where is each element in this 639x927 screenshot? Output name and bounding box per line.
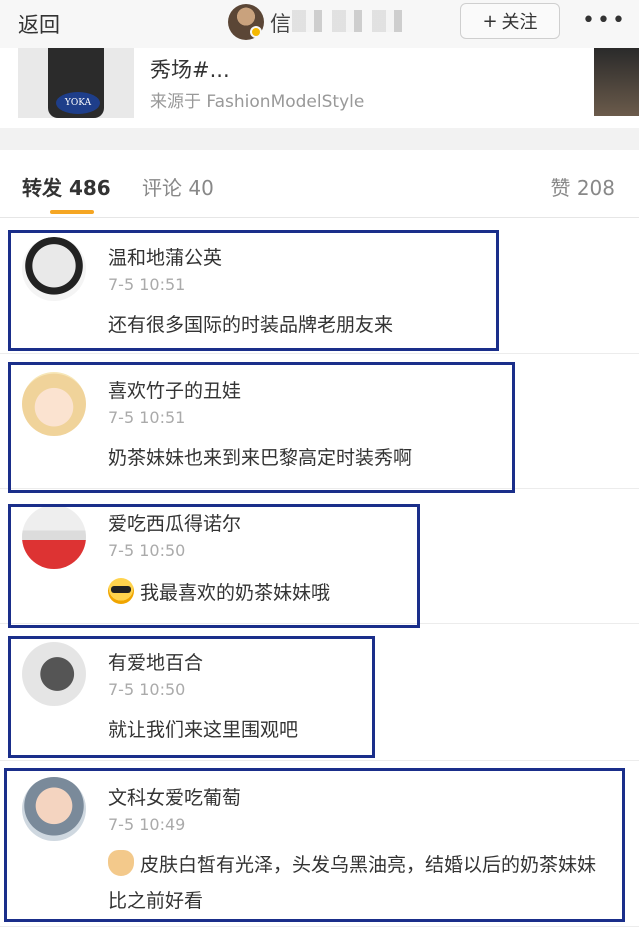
back-button[interactable]: 返回: [18, 9, 60, 39]
post-title: 秀场#...: [150, 58, 230, 82]
highlight-box: [4, 768, 625, 922]
top-nav-bar: 返回 信 + 关注 •••: [0, 0, 639, 48]
highlight-box: [8, 362, 515, 493]
more-options-icon[interactable]: •••: [582, 8, 627, 33]
tab-comment[interactable]: 评论 40: [142, 172, 214, 201]
follow-label: 关注: [501, 12, 538, 33]
post-source: 来源于 FashionModelStyle: [150, 92, 365, 112]
post-thumbnail[interactable]: YOKA: [18, 48, 134, 118]
verified-badge-icon: [250, 26, 262, 38]
tab-like[interactable]: 赞 208: [550, 172, 615, 201]
active-tab-indicator: [50, 210, 94, 214]
interaction-tabs: 转发 486 评论 40 赞 208: [0, 150, 639, 218]
highlight-box: [8, 504, 420, 628]
blurred-account-name: [292, 10, 410, 32]
tab-repost[interactable]: 转发 486: [22, 172, 111, 201]
highlight-box: [8, 230, 499, 351]
plus-icon: +: [482, 10, 498, 32]
highlight-box: [8, 636, 375, 758]
yoka-logo: YOKA: [56, 92, 100, 114]
post-thumbnail-right[interactable]: [594, 48, 639, 116]
section-divider: [0, 128, 639, 150]
account-title: 信: [270, 12, 291, 36]
follow-button[interactable]: + 关注: [460, 3, 560, 39]
